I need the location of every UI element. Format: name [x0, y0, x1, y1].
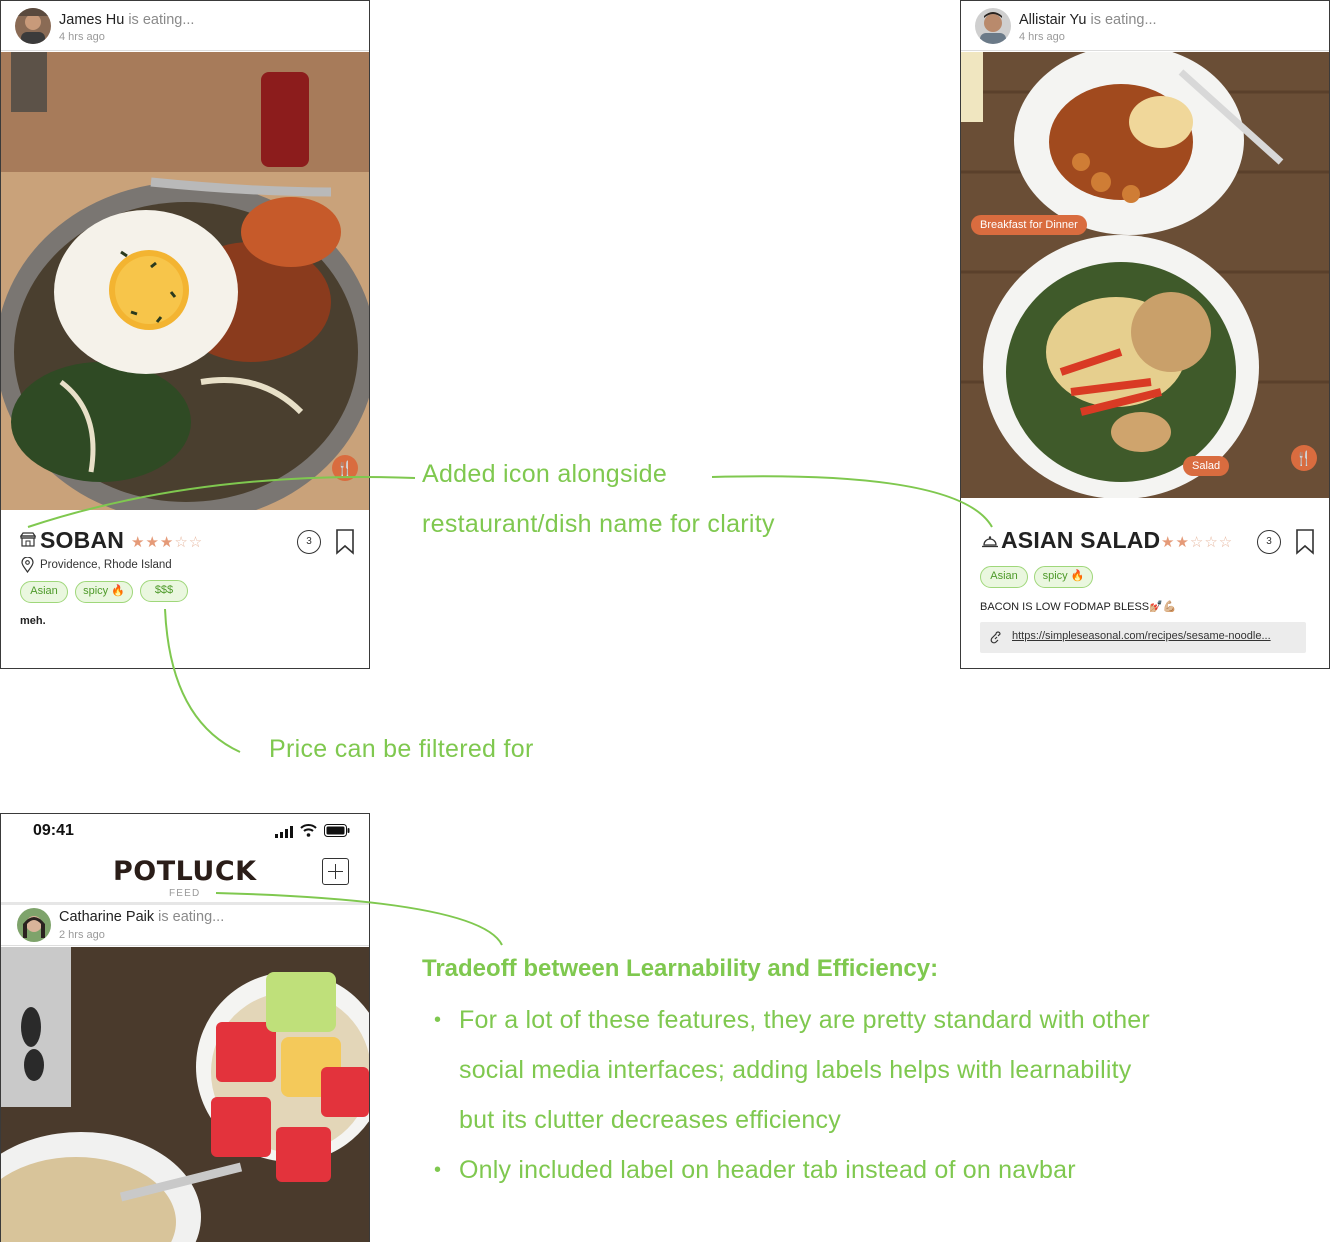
post-time: 4 hrs ago [59, 31, 105, 43]
comment-button[interactable]: 3 [297, 530, 321, 554]
restaurant-icon [19, 532, 37, 552]
post-card-soban: James Hu is eating... 4 hrs ago 🍴 SOBAN … [0, 0, 370, 669]
link-icon [989, 631, 1003, 650]
annotation-price-note: Price can be filtered for [269, 735, 534, 763]
post-action: is eating... [1090, 12, 1157, 28]
post-caption: meh. [20, 615, 46, 627]
bullet-item: Only included label on header tab instea… [422, 1145, 1150, 1195]
annotation-icon-note-line2: restaurant/dish name for clarity [422, 510, 775, 538]
comment-button[interactable]: 3 [1257, 530, 1281, 554]
star-rating: ★★☆☆☆ [1161, 534, 1234, 551]
tag-spicy[interactable]: spicy 🔥 [75, 581, 133, 603]
food-photo[interactable]: Breakfast for Dinner Salad 🍴 [961, 52, 1329, 498]
food-photo[interactable] [1, 947, 369, 1242]
annotation-icon-note-line1: Added icon alongside [422, 460, 668, 488]
post-author[interactable]: James Hu is eating... [59, 12, 194, 28]
signal-icon [275, 825, 295, 843]
dish-title[interactable]: SOBAN [40, 527, 124, 554]
recipe-link[interactable]: https://simpleseasonal.com/recipes/sesam… [980, 622, 1306, 653]
bookmark-icon[interactable] [1295, 529, 1315, 560]
status-time: 09:41 [33, 822, 74, 839]
avatar[interactable] [17, 908, 51, 942]
food-tag-salad[interactable]: Salad [1183, 456, 1230, 476]
tab-feed[interactable]: FEED [169, 888, 200, 899]
post-time: 2 hrs ago [59, 929, 105, 941]
post-card-asian-salad: Allistair Yu is eating... 4 hrs ago Brea… [960, 0, 1330, 669]
author-name[interactable]: Catharine Paik [59, 909, 154, 925]
avatar[interactable] [975, 8, 1011, 44]
wifi-icon [300, 824, 317, 842]
bullet-item: For a lot of these features, they are pr… [422, 995, 1150, 1045]
tag-cuisine[interactable]: Asian [20, 581, 68, 603]
fork-knife-icon[interactable]: 🍴 [332, 455, 358, 481]
dish-cloche-icon [982, 534, 998, 553]
tag-spicy[interactable]: spicy 🔥 [1034, 566, 1093, 588]
food-tag-breakfast[interactable]: Breakfast for Dinner [971, 215, 1087, 235]
annotation-tradeoff-title: Tradeoff between Learnability and Effici… [422, 955, 939, 982]
author-name[interactable]: Allistair Yu [1019, 12, 1086, 28]
app-logo: POTLUCK [113, 856, 257, 887]
tag-cuisine[interactable]: Asian [980, 566, 1028, 588]
tag-price[interactable]: $$$ [140, 580, 188, 602]
post-header: Allistair Yu is eating... 4 hrs ago [961, 1, 1329, 51]
add-post-button[interactable] [322, 858, 349, 885]
bookmark-icon[interactable] [335, 529, 355, 560]
post-time: 4 hrs ago [1019, 31, 1065, 43]
post-caption: BACON IS LOW FODMAP BLESS💅🏼💪🏼 [980, 601, 1177, 613]
annotation-bullets: For a lot of these features, they are pr… [422, 995, 1150, 1195]
post-author[interactable]: Catharine Paik is eating... [59, 909, 224, 925]
feed-post-header: Catharine Paik is eating... 2 hrs ago [1, 902, 369, 946]
location-text[interactable]: Providence, Rhode Island [40, 559, 172, 571]
bullet-item-continued: social media interfaces; adding labels h… [459, 1056, 1132, 1084]
post-action: is eating... [128, 12, 195, 28]
star-rating: ★★★☆☆ [131, 534, 204, 551]
post-header: James Hu is eating... 4 hrs ago [1, 1, 369, 51]
food-photo[interactable]: 🍴 [1, 52, 369, 510]
location-pin-icon [21, 556, 34, 578]
bullet-item-continued: but its clutter decreases efficiency [459, 1106, 841, 1134]
post-author[interactable]: Allistair Yu is eating... [1019, 12, 1157, 28]
link-url[interactable]: https://simpleseasonal.com/recipes/sesam… [1012, 630, 1271, 642]
author-name[interactable]: James Hu [59, 12, 124, 28]
post-action: is eating... [158, 909, 225, 925]
dish-title[interactable]: ASIAN SALAD [1001, 527, 1160, 554]
battery-icon [324, 824, 350, 842]
avatar[interactable] [15, 8, 51, 44]
fork-knife-icon[interactable]: 🍴 [1291, 445, 1317, 471]
